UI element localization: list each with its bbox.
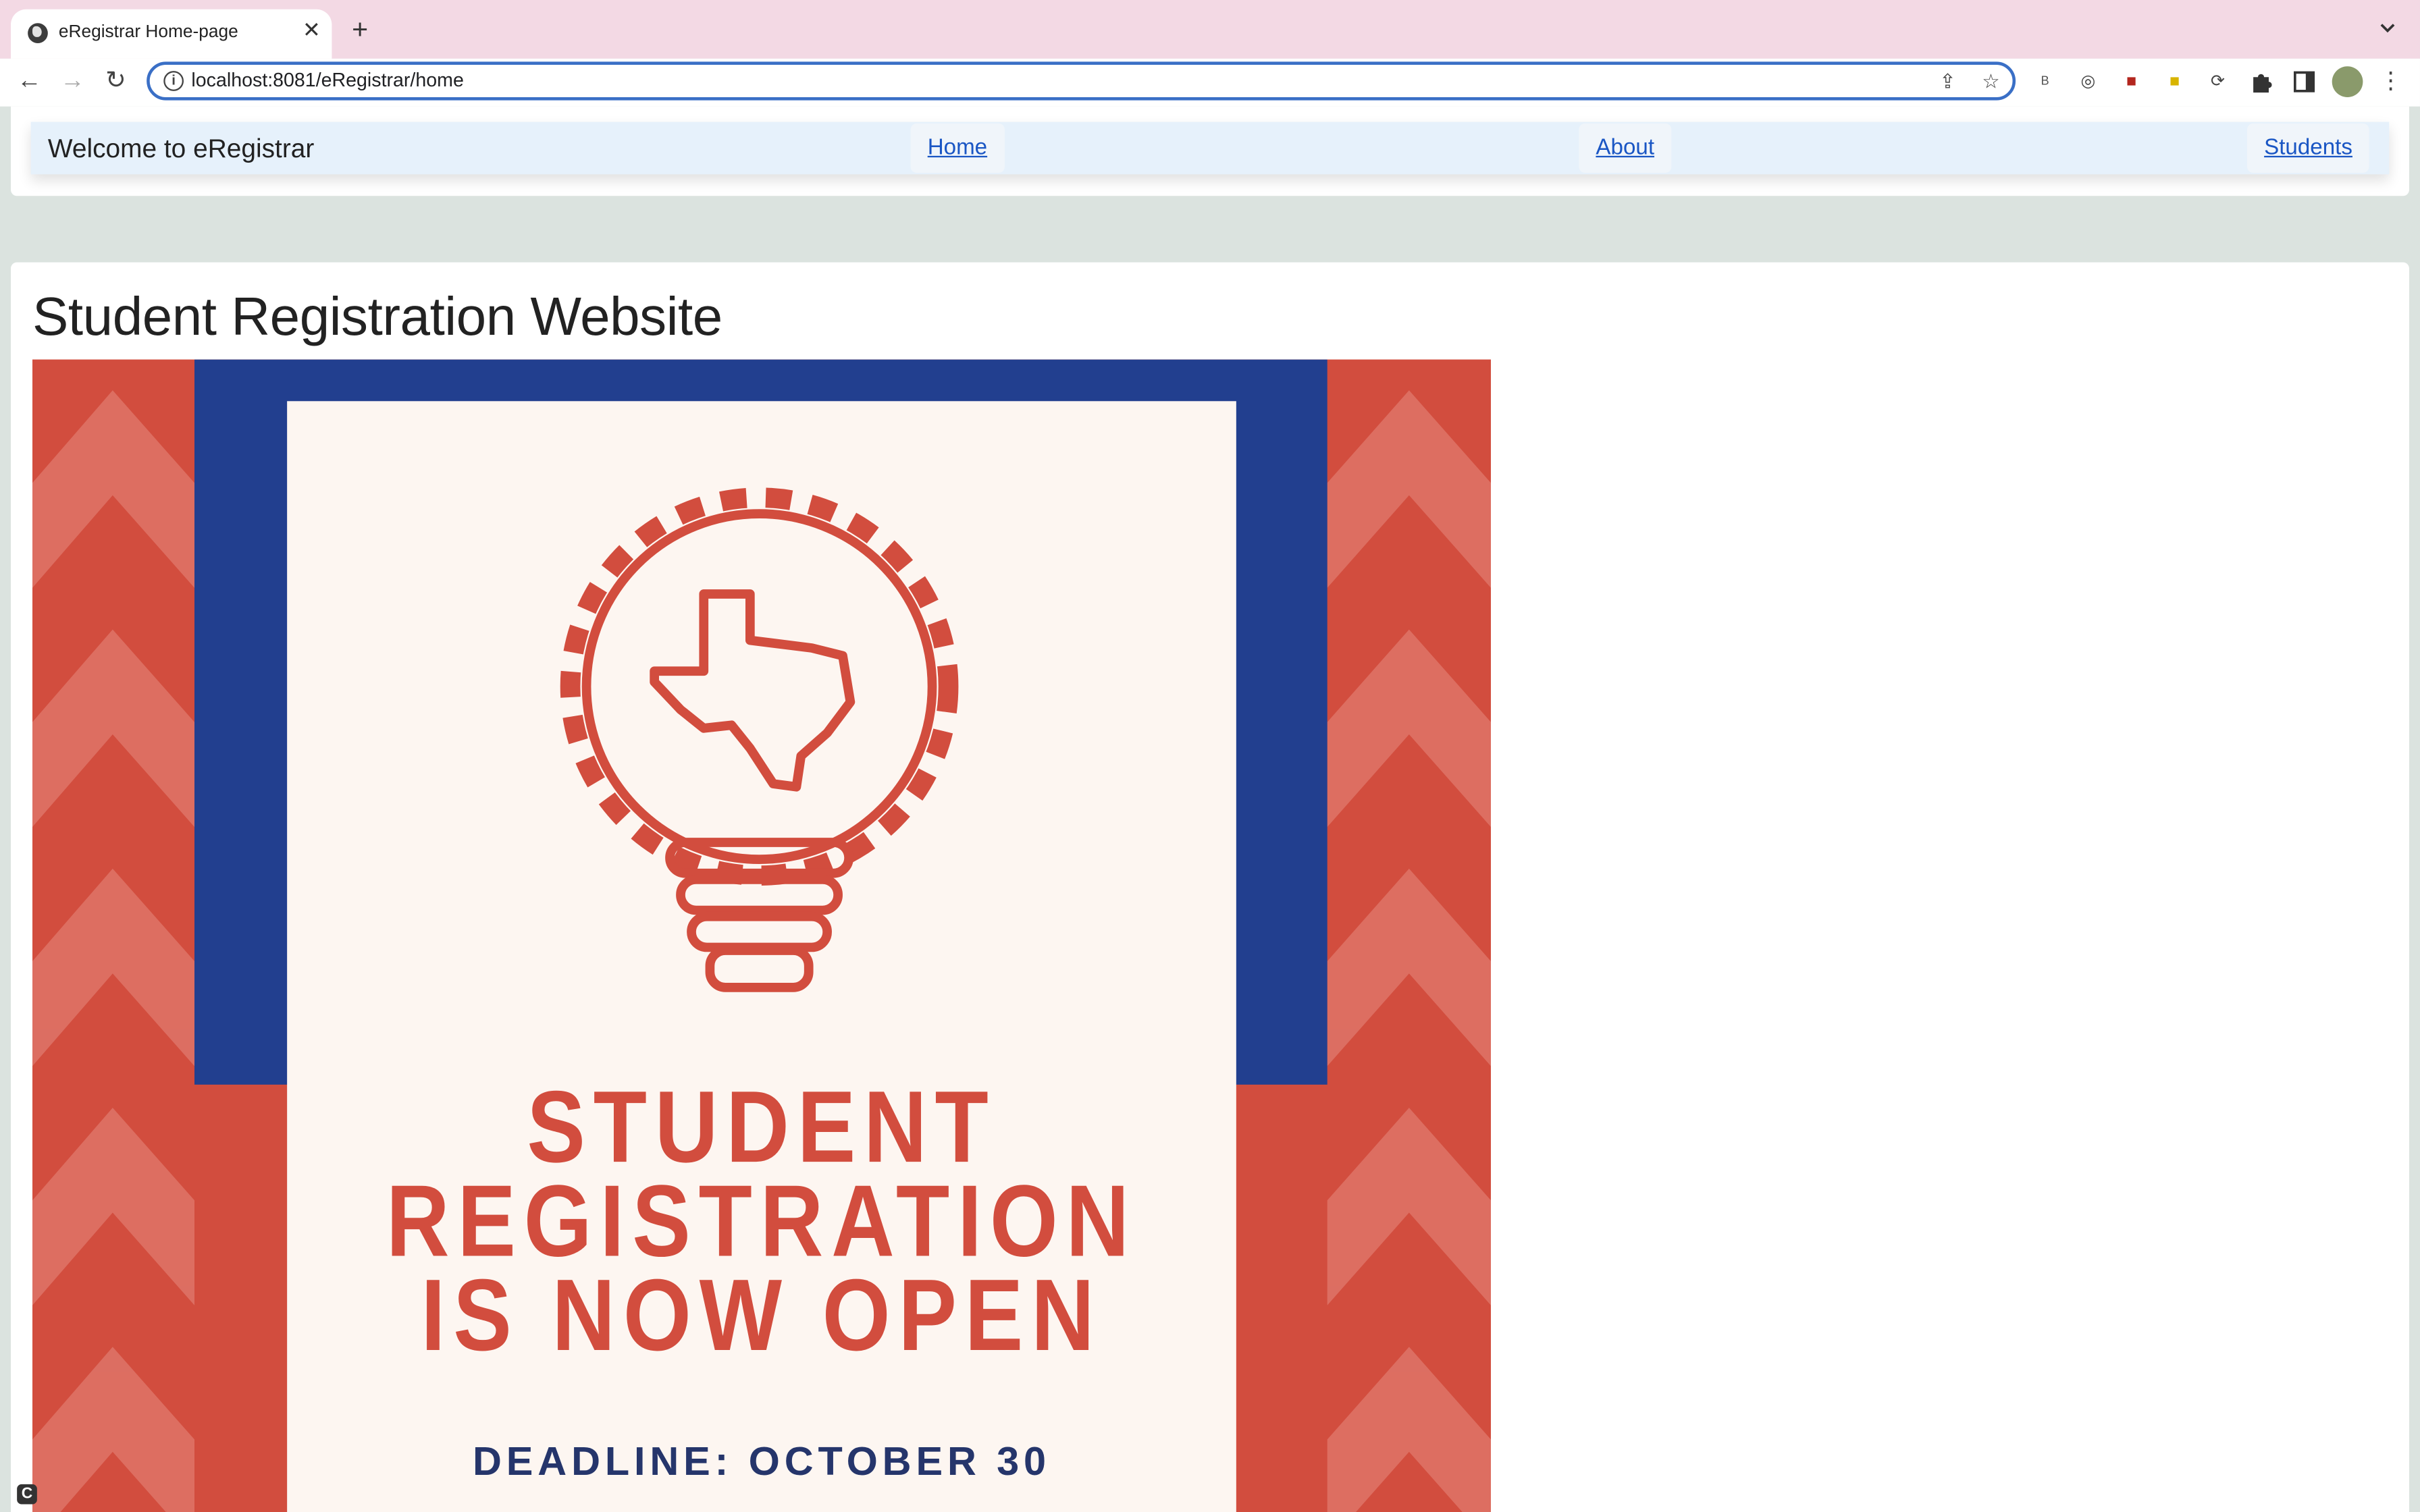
page-title: Student Registration Website xyxy=(32,287,722,348)
back-icon[interactable]: ← xyxy=(16,68,43,96)
avatar[interactable] xyxy=(2332,66,2363,97)
navbar: Welcome to eRegistrar Home About Student… xyxy=(30,122,2390,175)
forward-icon[interactable]: → xyxy=(59,68,86,96)
extension-sync-icon[interactable]: ⟳ xyxy=(2204,68,2232,96)
share-icon[interactable]: ⇪ xyxy=(1935,70,1960,94)
menu-icon[interactable]: ⋮ xyxy=(2377,68,2404,96)
address-bar[interactable]: i localhost:8081/eRegistrar/home ⇪ ☆ xyxy=(147,61,2016,101)
poster-deadline: DEADLINE: OCTOBER 30 xyxy=(473,1438,1051,1484)
registration-poster-image: STUDENT REGISTRATION IS NOW OPEN DEADLIN… xyxy=(32,359,1491,1512)
reload-icon[interactable]: ↻ xyxy=(102,68,130,96)
extensions-icon[interactable] xyxy=(2247,68,2275,96)
browser-tab[interactable]: eRegistrar Home-page ✕ xyxy=(10,9,332,59)
globe-icon xyxy=(28,23,48,43)
tab-title: eRegistrar Home-page xyxy=(58,23,238,42)
lightbulb-gear-icon xyxy=(560,487,959,992)
main-content: Student Registration Website STUDENT REG… xyxy=(10,262,2409,1512)
browser-toolbar: ← → ↻ i localhost:8081/eRegistrar/home ⇪… xyxy=(0,58,2420,107)
close-icon[interactable]: ✕ xyxy=(302,18,321,40)
nav-link-about[interactable]: About xyxy=(1579,123,1672,173)
sidepanel-icon[interactable] xyxy=(2290,68,2318,96)
extension-red-icon[interactable]: ■ xyxy=(2118,68,2145,96)
extension-yellow-icon[interactable]: ■ xyxy=(2161,68,2188,96)
headline-line-2: REGISTRATION xyxy=(386,1163,1138,1278)
star-icon[interactable]: ☆ xyxy=(1978,70,2003,94)
chevron-down-icon[interactable] xyxy=(2378,18,2396,36)
extension-circle-icon[interactable]: ◎ xyxy=(2074,68,2102,96)
headline-line-3: IS NOW OPEN xyxy=(421,1257,1103,1372)
navbar-brand: Welcome to eRegistrar xyxy=(47,134,315,164)
header-card: Welcome to eRegistrar Home About Student… xyxy=(10,106,2409,196)
headline-line-1: STUDENT xyxy=(527,1069,997,1184)
poster-panel: STUDENT REGISTRATION IS NOW OPEN DEADLIN… xyxy=(287,401,1236,1512)
poster-headline: STUDENT REGISTRATION IS NOW OPEN xyxy=(354,1069,1170,1372)
url-text[interactable]: localhost:8081/eRegistrar/home xyxy=(191,70,463,91)
corner-c-icon[interactable]: C xyxy=(17,1484,37,1505)
info-icon[interactable]: i xyxy=(163,71,184,91)
nav-link-students[interactable]: Students xyxy=(2246,123,2370,173)
extension-b-icon[interactable]: B xyxy=(2031,68,2059,96)
nav-link-home[interactable]: Home xyxy=(910,123,1005,173)
tab-strip: eRegistrar Home-page ✕ + xyxy=(0,0,2420,59)
plus-icon[interactable]: + xyxy=(352,16,368,43)
